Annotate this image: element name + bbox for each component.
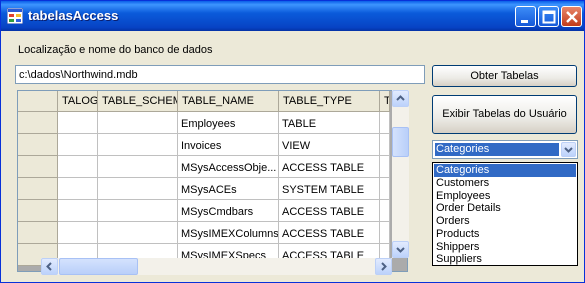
app-icon — [7, 8, 23, 24]
combobox-dropdown-button[interactable] — [561, 142, 576, 157]
table-cell[interactable]: ACCESS TABLE — [279, 156, 380, 178]
column-header[interactable]: T — [380, 91, 390, 112]
table-cell[interactable] — [98, 178, 178, 200]
row-header[interactable] — [18, 222, 58, 244]
grid-vertical-scrollbar[interactable] — [392, 90, 409, 258]
table-cell[interactable] — [98, 156, 178, 178]
close-button[interactable] — [561, 6, 582, 27]
dropdown-option[interactable]: Categories — [434, 164, 576, 177]
close-icon — [566, 11, 578, 23]
arrow-up-icon — [396, 95, 405, 101]
table-cell[interactable] — [98, 200, 178, 222]
arrow-down-icon — [396, 247, 405, 253]
table-cell[interactable]: MSysCmdbars — [178, 200, 279, 222]
window-title: tabelasAccess — [28, 8, 119, 23]
minimize-button[interactable] — [515, 6, 536, 27]
table-cell[interactable]: SYSTEM TABLE — [279, 178, 380, 200]
table-cell[interactable]: Invoices — [178, 134, 279, 156]
obter-tabelas-button[interactable]: Obter Tabelas — [432, 65, 577, 87]
table-cell[interactable] — [380, 222, 390, 244]
minimize-icon — [521, 20, 528, 23]
main-window: tabelasAccess Localização e nome do banc… — [0, 0, 585, 283]
grid-horizontal-scrollbar[interactable] — [41, 258, 392, 275]
table-cell[interactable]: MSysAccessObje... — [178, 156, 279, 178]
table-cell[interactable]: ACCESS TABLE — [279, 222, 380, 244]
dropdown-option[interactable]: Order Details — [434, 202, 576, 215]
scroll-down-button[interactable] — [392, 241, 409, 258]
table-cell[interactable] — [58, 200, 98, 222]
title-bar[interactable]: tabelasAccess — [1, 1, 584, 31]
dropdown-option[interactable]: Customers — [434, 177, 576, 190]
column-header[interactable]: TABLE_TYPE — [279, 91, 380, 112]
exibir-tabelas-usuario-button[interactable]: Exibir Tabelas do Usuário — [432, 95, 577, 134]
maximize-button[interactable] — [538, 6, 559, 27]
table-cell[interactable] — [58, 134, 98, 156]
table-cell[interactable]: MSysIMEXColumns — [178, 222, 279, 244]
row-header[interactable] — [18, 134, 58, 156]
table-select-combobox[interactable]: Categories — [432, 140, 578, 159]
table-cell[interactable] — [380, 156, 390, 178]
scroll-left-button[interactable] — [41, 258, 58, 275]
arrow-right-icon — [381, 262, 387, 271]
table-cell[interactable]: ACCESS TABLE — [279, 200, 380, 222]
table-cell[interactable] — [58, 112, 98, 134]
db-path-input[interactable] — [15, 65, 425, 84]
table-cell[interactable] — [380, 178, 390, 200]
dropdown-option[interactable]: Products — [434, 228, 576, 241]
horizontal-scroll-thumb[interactable] — [59, 258, 138, 275]
dropdown-option[interactable]: Suppliers — [434, 253, 576, 266]
table-cell[interactable] — [98, 222, 178, 244]
maximize-icon — [542, 10, 556, 24]
grid-corner-header — [18, 91, 58, 112]
row-header[interactable] — [18, 178, 58, 200]
table-cell[interactable] — [380, 200, 390, 222]
table-cell[interactable] — [98, 134, 178, 156]
arrow-left-icon — [46, 262, 52, 271]
dropdown-option[interactable]: Orders — [434, 215, 576, 228]
table-cell[interactable] — [380, 112, 390, 134]
column-header[interactable]: TABLE_SCHEMA — [98, 91, 178, 112]
table-cell[interactable] — [58, 178, 98, 200]
table-cell[interactable]: Employees — [178, 112, 279, 134]
row-header[interactable] — [18, 156, 58, 178]
table-cell[interactable]: MSysACEs — [178, 178, 279, 200]
combobox-dropdown-list[interactable]: Categories Customers Employees Order Detail… — [432, 162, 578, 266]
column-header[interactable]: TABLE_NAME — [178, 91, 279, 112]
column-header[interactable]: TALOG — [58, 91, 98, 112]
table-cell[interactable]: TABLE — [279, 112, 380, 134]
table-cell[interactable] — [98, 112, 178, 134]
db-path-label: Localização e nome do banco de dados — [18, 44, 213, 56]
dropdown-option[interactable]: Shippers — [434, 241, 576, 254]
scroll-up-button[interactable] — [392, 90, 409, 107]
row-header[interactable] — [18, 200, 58, 222]
combobox-selected-value: Categories — [435, 143, 559, 156]
row-header[interactable] — [18, 112, 58, 134]
vertical-scroll-thumb[interactable] — [392, 127, 409, 157]
scroll-right-button[interactable] — [375, 258, 392, 275]
table-cell[interactable] — [58, 156, 98, 178]
chevron-down-icon — [564, 147, 573, 153]
tables-datagrid[interactable]: TALOGTABLE_SCHEMATABLE_NAMETABLE_TYPET Em… — [17, 90, 408, 272]
table-cell[interactable] — [380, 134, 390, 156]
table-cell[interactable] — [58, 222, 98, 244]
table-cell[interactable]: VIEW — [279, 134, 380, 156]
dropdown-option[interactable]: Employees — [434, 190, 576, 203]
